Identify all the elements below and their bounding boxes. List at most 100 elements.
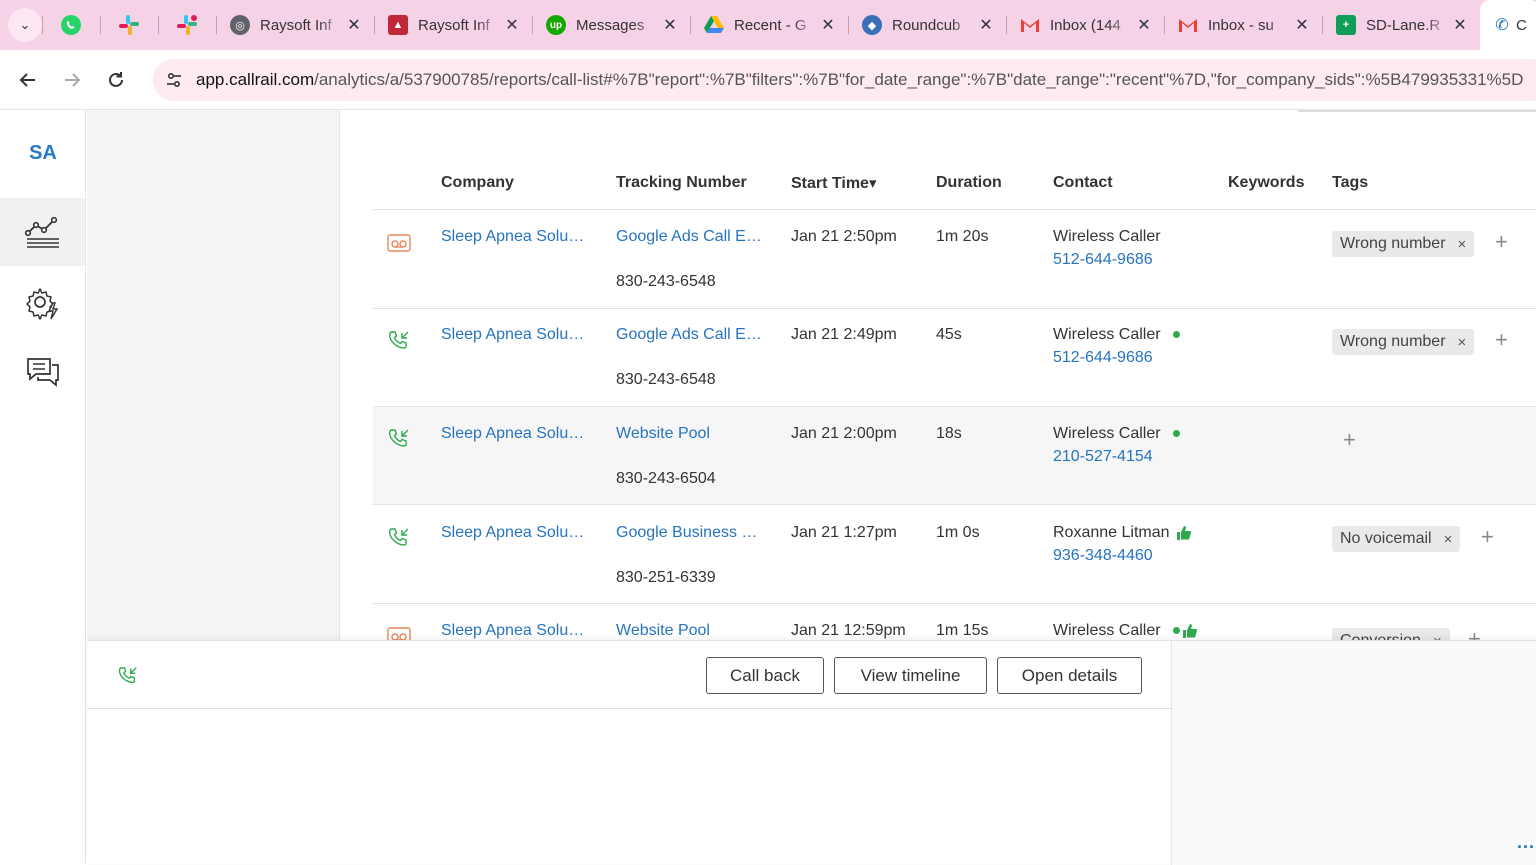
address-bar[interactable]: app.callrail.com/analytics/a/537900785/r… — [153, 59, 1536, 101]
tracking-source-link[interactable]: Google Business … — [616, 524, 757, 542]
arrow-left-icon — [19, 72, 35, 87]
col-company[interactable]: Company — [441, 174, 514, 192]
hat-icon: ▲ — [388, 15, 408, 35]
call-back-button[interactable]: Call back — [706, 657, 824, 694]
start-time: Jan 21 12:59pm — [791, 622, 906, 639]
tab-title: Raysoft Inf — [418, 16, 490, 34]
add-tag-button[interactable]: + — [1495, 231, 1508, 253]
account-logo[interactable]: SA — [0, 110, 86, 196]
tag-label: Conversion — [1340, 632, 1421, 640]
browser-tab[interactable]: ▲ Raysoft Inf ✕ — [374, 0, 532, 50]
tab-title: Messages — [576, 16, 645, 34]
browser-tab[interactable]: + SD-Lane.R ✕ — [1322, 0, 1480, 50]
add-tag-button[interactable]: + — [1468, 628, 1481, 641]
close-icon[interactable]: ✕ — [976, 15, 996, 35]
contact-phone[interactable]: 936-348-4460 — [1053, 547, 1153, 565]
chevron-down-icon: ⌄ — [19, 17, 31, 32]
duration: 45s — [936, 326, 962, 343]
tracking-source-link[interactable]: Google Ads Call E… — [616, 326, 762, 344]
browser-tab[interactable]: ◆ Roundcub ✕ — [848, 0, 1006, 50]
add-tag-button[interactable]: + — [1343, 429, 1356, 451]
company-link[interactable]: Sleep Apnea Solu… — [441, 425, 584, 443]
remove-tag-icon[interactable]: × — [1444, 531, 1453, 548]
contact-phone[interactable]: 512-644-9686 — [1053, 251, 1153, 269]
tab-title: SD-Lane.R — [1366, 16, 1441, 34]
start-time: Jan 21 2:50pm — [791, 228, 897, 245]
contact-cell[interactable]: Wireless Caller — [1053, 622, 1198, 640]
tab-search-button[interactable]: ⌄ — [8, 8, 42, 42]
company-link[interactable]: Sleep Apnea Solu… — [441, 622, 584, 640]
tag-label: Wrong number — [1340, 333, 1446, 350]
table-row[interactable]: Sleep Apnea Solu… Google Ads Call E… 830… — [373, 309, 1536, 407]
col-start-time[interactable]: Start Time▾ — [791, 174, 876, 193]
contact-cell[interactable]: Wireless Caller — [1053, 425, 1180, 443]
inbound-call-icon — [388, 429, 409, 447]
table-row[interactable]: Sleep Apnea Solu… Website Pool Jan 21 12… — [373, 604, 1536, 640]
table-row[interactable]: Sleep Apnea Solu… Website Pool 830-243-6… — [373, 407, 1536, 505]
more-options-icon[interactable]: ... — [1517, 832, 1535, 853]
close-icon[interactable]: ✕ — [1292, 15, 1312, 35]
table-row[interactable]: Sleep Apnea Solu… Google Business … 830-… — [373, 506, 1536, 604]
browser-tab[interactable]: up Messages ✕ — [532, 0, 690, 50]
contact-cell[interactable]: Roxanne Litman — [1053, 524, 1192, 542]
forward-button[interactable] — [50, 58, 94, 102]
thumbs-up-icon — [1182, 623, 1197, 638]
nav-settings[interactable] — [0, 270, 85, 338]
close-icon[interactable]: ✕ — [1134, 15, 1154, 35]
nav-analytics[interactable] — [0, 198, 85, 266]
toolbar-edge — [1298, 110, 1536, 112]
browser-tab-active[interactable]: ✆ C — [1480, 0, 1536, 50]
browser-tab[interactable]: Inbox - su ✕ — [1164, 0, 1322, 50]
col-contact[interactable]: Contact — [1053, 174, 1113, 192]
pinned-tab-slack-2[interactable] — [158, 0, 216, 50]
pinned-tab-whatsapp[interactable] — [42, 0, 100, 50]
view-timeline-button[interactable]: View timeline — [834, 657, 987, 694]
close-icon[interactable]: ✕ — [660, 15, 680, 35]
duration: 1m 0s — [936, 524, 980, 541]
contact-name: Wireless Caller — [1053, 326, 1161, 343]
tracking-source-link[interactable]: Website Pool — [616, 425, 710, 443]
contact-cell[interactable]: Wireless Caller — [1053, 326, 1180, 344]
nav-conversations[interactable] — [0, 338, 85, 406]
tracking-number: 830-243-6548 — [616, 371, 716, 388]
browser-tab[interactable]: Recent - G ✕ — [690, 0, 848, 50]
tracking-source-link[interactable]: Google Ads Call E… — [616, 228, 762, 246]
browser-tab-strip: ⌄ ◎ Raysoft Inf ✕ ▲ Raysoft Inf ✕ up Mes… — [0, 0, 1536, 50]
add-tag-button[interactable]: + — [1495, 329, 1508, 351]
remove-tag-icon[interactable]: × — [1458, 236, 1467, 253]
tag-chip: Conversion × — [1332, 628, 1450, 640]
close-icon[interactable]: ✕ — [502, 15, 522, 35]
contact-name[interactable]: Wireless Caller — [1053, 228, 1161, 246]
company-link[interactable]: Sleep Apnea Solu… — [441, 228, 584, 246]
new-caller-dot — [1172, 627, 1180, 635]
close-icon[interactable]: ✕ — [818, 15, 838, 35]
remove-tag-icon[interactable]: × — [1433, 633, 1442, 641]
col-tracking-number[interactable]: Tracking Number — [616, 174, 747, 192]
close-icon[interactable]: ✕ — [1450, 15, 1470, 35]
tracking-number: 830-243-6548 — [616, 273, 716, 290]
site-info-icon[interactable] — [159, 65, 189, 95]
browser-tab[interactable]: Inbox (144 ✕ — [1006, 0, 1164, 50]
company-link[interactable]: Sleep Apnea Solu… — [441, 326, 584, 344]
add-tag-button[interactable]: + — [1481, 526, 1494, 548]
tracking-source-link[interactable]: Website Pool — [616, 622, 710, 640]
tab-title: Inbox (144 — [1050, 16, 1121, 34]
url-text: app.callrail.com/analytics/a/537900785/r… — [196, 70, 1523, 90]
close-icon[interactable]: ✕ — [344, 15, 364, 35]
reload-button[interactable] — [94, 58, 138, 102]
callrail-icon: ✆ — [1495, 17, 1509, 34]
col-duration[interactable]: Duration — [936, 174, 1002, 192]
start-time: Jan 21 2:49pm — [791, 326, 897, 343]
remove-tag-icon[interactable]: × — [1458, 334, 1467, 351]
pinned-tab-slack[interactable] — [100, 0, 158, 50]
table-row[interactable]: Sleep Apnea Solu… Google Ads Call E… 830… — [373, 211, 1536, 309]
tag-chip: No voicemail × — [1332, 526, 1461, 552]
contact-phone[interactable]: 210-527-4154 — [1053, 448, 1153, 466]
col-keywords[interactable]: Keywords — [1228, 174, 1304, 192]
open-details-button[interactable]: Open details — [997, 657, 1142, 694]
col-tags[interactable]: Tags — [1332, 174, 1368, 192]
company-link[interactable]: Sleep Apnea Solu… — [441, 524, 584, 542]
back-button[interactable] — [6, 58, 50, 102]
contact-phone[interactable]: 512-644-9686 — [1053, 349, 1153, 367]
browser-tab[interactable]: ◎ Raysoft Inf ✕ — [216, 0, 374, 50]
